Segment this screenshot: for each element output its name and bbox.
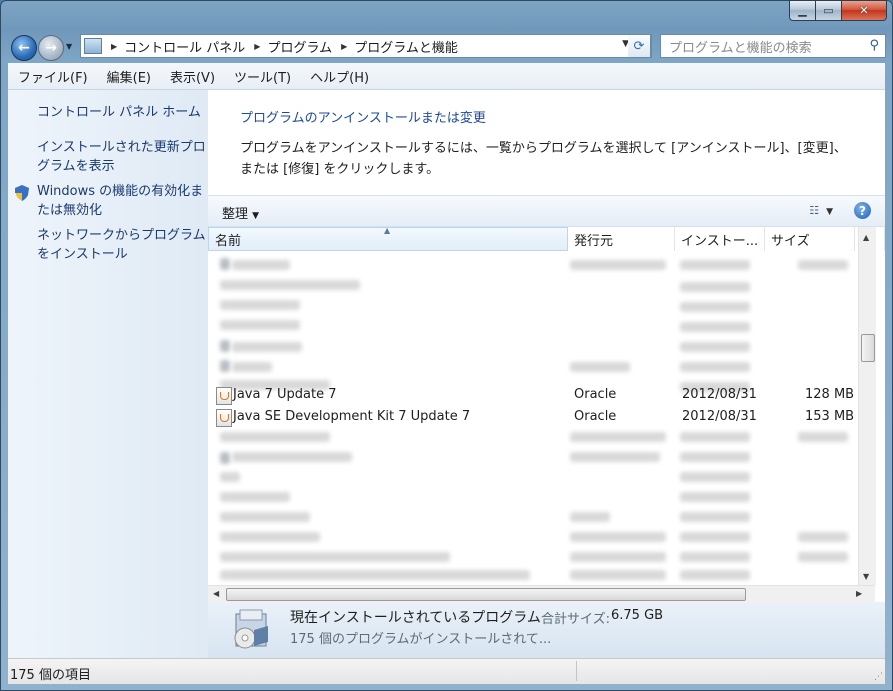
status-bar: 175 個の項目 ⋰ bbox=[8, 658, 885, 684]
program-size: 153 MB bbox=[805, 409, 855, 424]
breadcrumb-programs-and-features[interactable]: プログラムと機能 bbox=[354, 37, 458, 56]
task-windows-features[interactable]: Windows の機能の有効化または無効化 bbox=[37, 182, 207, 220]
chevron-right-icon[interactable]: ▶ bbox=[341, 42, 347, 51]
help-icon: ? bbox=[859, 203, 866, 218]
table-row[interactable]: Java SE Development Kit 7 Update 7 Oracl… bbox=[208, 406, 870, 428]
column-header-name[interactable]: 名前 ▲ bbox=[208, 227, 568, 251]
chevron-right-icon[interactable]: ▶ bbox=[254, 42, 260, 51]
scroll-right-icon[interactable]: ▶ bbox=[856, 589, 862, 598]
column-header-publisher[interactable]: 発行元 bbox=[568, 227, 675, 251]
search-input[interactable]: プログラムと機能の検索 bbox=[669, 37, 812, 56]
program-installed-on: 2012/08/31 bbox=[682, 387, 757, 402]
task-view-installed-updates[interactable]: インストールされた更新プログラムを表示 bbox=[37, 138, 207, 176]
java-icon bbox=[216, 387, 232, 405]
organize-label: 整理 bbox=[222, 207, 249, 222]
column-publisher-label: 発行元 bbox=[574, 233, 614, 249]
arrow-left-icon: ← bbox=[18, 40, 30, 56]
task-pane: コントロール パネル ホーム インストールされた更新プログラムを表示 Windo… bbox=[8, 90, 208, 658]
resize-grip-icon[interactable]: ⋰ bbox=[874, 672, 883, 682]
details-title: 現在インストールされているプログラム bbox=[290, 610, 541, 626]
menu-tools[interactable]: ツール(T) bbox=[224, 67, 300, 86]
chevron-right-icon[interactable]: ▶ bbox=[111, 42, 117, 51]
program-size: 128 MB bbox=[805, 387, 855, 402]
program-name: Java 7 Update 7 bbox=[233, 387, 337, 402]
program-list: 名前▲ 発行元 インストー... サイズ バ Java 7 Update 7 O… bbox=[208, 227, 885, 585]
vertical-scroll-thumb[interactable] bbox=[861, 334, 875, 362]
java-icon bbox=[216, 409, 232, 427]
shield-icon bbox=[15, 185, 29, 201]
organize-button[interactable]: 整理 ▼ bbox=[222, 203, 259, 222]
refresh-icon: ⟳ bbox=[633, 38, 645, 54]
maximize-icon: ▭ bbox=[823, 4, 834, 17]
menu-edit[interactable]: 編集(E) bbox=[97, 67, 160, 86]
horizontal-scrollbar[interactable]: ◀ ▶ bbox=[208, 585, 875, 603]
task-control-panel-home[interactable]: コントロール パネル ホーム bbox=[37, 103, 207, 122]
chevron-down-icon: ▼ bbox=[252, 211, 260, 221]
scroll-down-icon[interactable]: ▼ bbox=[863, 572, 869, 581]
search-icon[interactable]: ⚲ bbox=[869, 38, 879, 53]
column-name-label: 名前 bbox=[215, 233, 242, 249]
scroll-up-icon[interactable]: ▲ bbox=[863, 233, 869, 242]
change-view-button[interactable]: ☷ ▼ bbox=[809, 204, 833, 217]
recent-pages-dropdown[interactable]: ▼ bbox=[66, 42, 72, 51]
minimize-icon: ▁ bbox=[798, 4, 807, 17]
total-size-value: 6.75 GB bbox=[611, 608, 664, 623]
item-count: 175 個の項目 bbox=[10, 668, 91, 683]
breadcrumb-control-panel[interactable]: コントロール パネル bbox=[124, 37, 245, 56]
page-description: プログラムをアンインストールするには、一覧からプログラムを選択して [アンインス… bbox=[240, 141, 847, 177]
details-pane: 現在インストールされているプログラム 合計サイズ: 6.75 GB 175 個の… bbox=[208, 602, 885, 658]
menu-bar: ファイル(F) 編集(E) 表示(V) ツール(T) ヘルプ(H) bbox=[8, 63, 885, 90]
column-header-size[interactable]: サイズ bbox=[765, 227, 855, 251]
installed-count-text: 175 個のプログラムがインストールされて... bbox=[290, 632, 552, 647]
back-button[interactable]: ← bbox=[11, 35, 37, 61]
explorer-window: ▁ ▭ ✕ ← → ▼ ▶ コントロール パネル ▶ プログラム ▶ プログラム… bbox=[0, 0, 893, 691]
minimize-button[interactable]: ▁ bbox=[789, 0, 816, 21]
vertical-scrollbar[interactable]: ▲ ▼ bbox=[858, 227, 876, 585]
forward-button[interactable]: → bbox=[38, 35, 64, 61]
status-divider bbox=[576, 661, 577, 681]
menu-file[interactable]: ファイル(F) bbox=[8, 67, 97, 86]
horizontal-scroll-thumb[interactable] bbox=[226, 588, 746, 601]
control-panel-icon bbox=[84, 38, 102, 54]
page-title: プログラムのアンインストールまたは変更 bbox=[240, 111, 486, 126]
address-bar[interactable]: ▶ コントロール パネル ▶ プログラム ▶ プログラムと機能 ▼ bbox=[80, 34, 652, 58]
close-icon: ✕ bbox=[859, 4, 869, 17]
menu-view[interactable]: 表示(V) bbox=[160, 67, 224, 86]
column-size-label: サイズ bbox=[771, 233, 810, 249]
task-install-from-network[interactable]: ネットワークからプログラムをインストール bbox=[37, 226, 207, 264]
program-installed-on: 2012/08/31 bbox=[682, 409, 757, 424]
caption-buttons: ▁ ▭ ✕ bbox=[789, 0, 887, 21]
menu-help[interactable]: ヘルプ(H) bbox=[300, 67, 378, 86]
help-button[interactable]: ? bbox=[854, 202, 871, 219]
view-details-icon: ☷ bbox=[809, 204, 820, 217]
table-row[interactable]: Java 7 Update 7 Oracle 2012/08/31 128 MB… bbox=[208, 384, 870, 406]
programs-box-icon bbox=[234, 609, 268, 649]
navigation-bar: ← → ▼ ▶ コントロール パネル ▶ プログラム ▶ プログラムと機能 ▼ … bbox=[8, 32, 886, 61]
program-publisher: Oracle bbox=[574, 409, 617, 424]
column-header-installed-on[interactable]: インストー... bbox=[675, 227, 765, 251]
breadcrumb-programs[interactable]: プログラム bbox=[267, 37, 332, 56]
refresh-button[interactable]: ⟳ bbox=[628, 34, 651, 58]
total-size-label: 合計サイズ: bbox=[541, 612, 610, 627]
content-pane: プログラムのアンインストールまたは変更 プログラムをアンインストールするには、一… bbox=[208, 90, 885, 658]
command-bar: 整理 ▼ ☷ ▼ ? bbox=[208, 195, 885, 227]
column-installed-label: インストー... bbox=[681, 233, 759, 249]
chevron-down-icon: ▼ bbox=[826, 207, 833, 217]
arrow-right-icon: → bbox=[45, 40, 57, 56]
program-name: Java SE Development Kit 7 Update 7 bbox=[233, 409, 471, 424]
program-publisher: Oracle bbox=[574, 387, 617, 402]
close-button[interactable]: ✕ bbox=[842, 0, 887, 21]
sort-ascending-icon: ▲ bbox=[384, 227, 391, 235]
search-box[interactable]: プログラムと機能の検索 ⚲ bbox=[660, 34, 886, 58]
maximize-button[interactable]: ▭ bbox=[816, 0, 842, 21]
scroll-left-icon[interactable]: ◀ bbox=[213, 589, 219, 598]
